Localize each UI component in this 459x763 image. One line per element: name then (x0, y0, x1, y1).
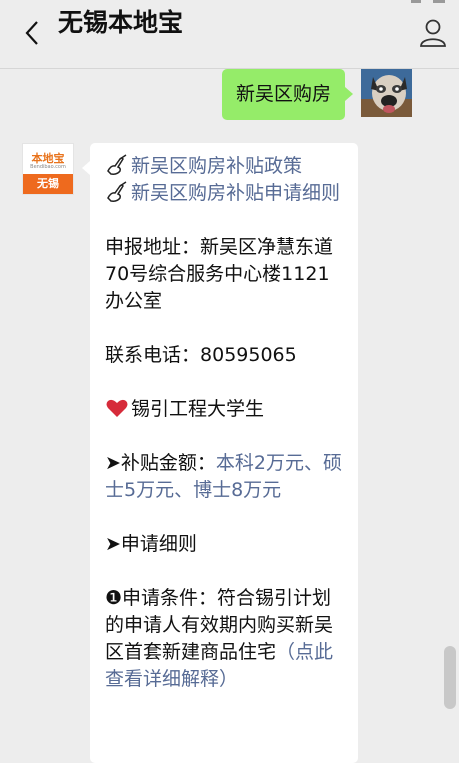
back-button[interactable] (18, 16, 48, 50)
page-title: 无锡本地宝 (58, 8, 184, 37)
dog-avatar-image (361, 69, 412, 117)
top-edge-mark (411, 0, 421, 3)
writing-hand-icon (107, 154, 127, 175)
incoming-message-bubble: 新吴区购房补贴政策 新吴区购房补贴申请细则 申报地址：新吴区净慧东道70号综合服… (82, 143, 358, 763)
back-arrow-icon (25, 21, 38, 45)
section-title-row: 锡引工程大学生 (105, 396, 346, 423)
subsidy-label: ➤补贴金额： (105, 452, 216, 474)
outgoing-message-bubble[interactable]: 新吴区购房 (221, 69, 354, 120)
user-avatar[interactable] (361, 69, 412, 117)
profile-button[interactable] (417, 16, 449, 50)
phone-text: 联系电话：80595065 (105, 342, 346, 369)
official-account-avatar[interactable]: 本地宝 Bendibao.com 无锡 (22, 143, 74, 195)
rules-title: ➤申请细则 (105, 533, 197, 555)
subsidy-text: ➤补贴金额：本科2万元、硕士5万元、博士8万元 (105, 450, 346, 504)
top-edge-mark (433, 0, 445, 3)
rules-link-row: 新吴区购房补贴申请细则 (105, 180, 346, 207)
address-label: 申报地址： (105, 236, 201, 258)
heart-icon (106, 399, 128, 417)
profile-icon (420, 19, 446, 47)
writing-hand-icon (107, 181, 127, 202)
address-text: 申报地址：新吴区净慧东道70号综合服务中心楼1121办公室 (105, 234, 346, 315)
logo-city: 无锡 (23, 174, 73, 194)
scrollbar-thumb[interactable] (444, 646, 456, 709)
application-rules-link[interactable]: 新吴区购房补贴申请细则 (131, 182, 340, 204)
section-title: 锡引工程大学生 (131, 398, 265, 420)
header-bar: 无锡本地宝 (0, 0, 459, 69)
phone-value: 80595065 (200, 344, 297, 366)
phone-label: 联系电话： (105, 344, 201, 366)
policy-link-row: 新吴区购房补贴政策 (105, 153, 346, 180)
policy-link[interactable]: 新吴区购房补贴政策 (131, 155, 302, 177)
conditions-text: ❶申请条件：符合锡引计划的申请人有效期内购买新吴区首套新建商品住宅（点此查看详细… (105, 585, 346, 693)
chat-area: 新吴区购房 本地宝 Bendibao.com 无锡 新吴区购房补贴政策 新吴区购… (0, 69, 459, 763)
logo-subtext: Bendibao.com (30, 164, 66, 170)
